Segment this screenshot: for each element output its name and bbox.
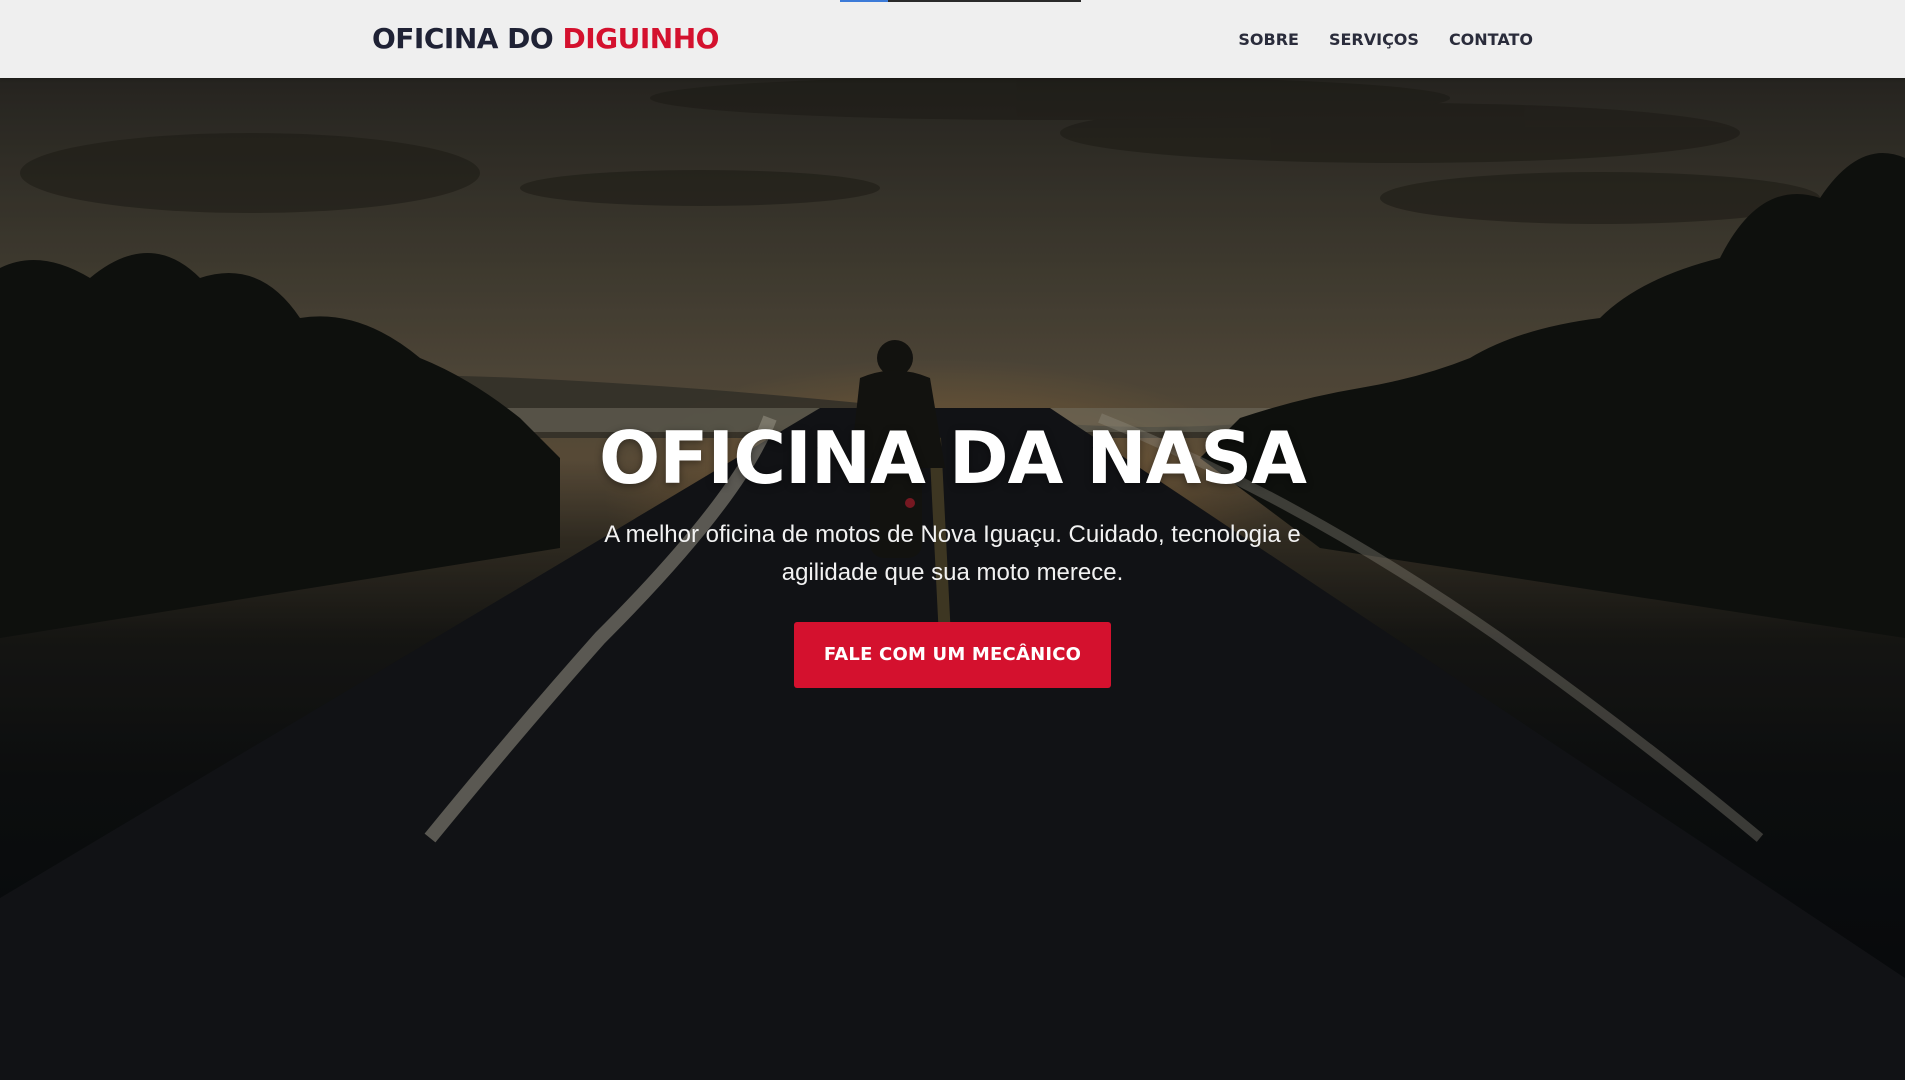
main-nav: SOBRE SERVIÇOS CONTATO [1238, 0, 1533, 78]
loading-indicator [840, 0, 1081, 2]
hero-section: OFICINA DA NASA A melhor oficina de moto… [0, 78, 1905, 1080]
nav-link-contato[interactable]: CONTATO [1449, 30, 1533, 49]
brand-logo-part-2: DIGUINHO [562, 22, 719, 55]
contact-mechanic-button[interactable]: FALE COM UM MECÂNICO [794, 622, 1111, 688]
brand-logo-part-1: OFICINA DO [372, 22, 554, 55]
nav-link-servicos[interactable]: SERVIÇOS [1329, 30, 1419, 49]
hero-content: OFICINA DA NASA A melhor oficina de moto… [0, 414, 1905, 688]
brand-logo[interactable]: OFICINA DO DIGUINHO [372, 20, 719, 58]
navbar: OFICINA DO DIGUINHO SOBRE SERVIÇOS CONTA… [0, 0, 1905, 78]
hero-subtitle: A melhor oficina de motos de Nova Iguaçu… [604, 521, 1301, 586]
hero-title: OFICINA DA NASA [599, 416, 1307, 500]
nav-link-sobre[interactable]: SOBRE [1238, 30, 1299, 49]
